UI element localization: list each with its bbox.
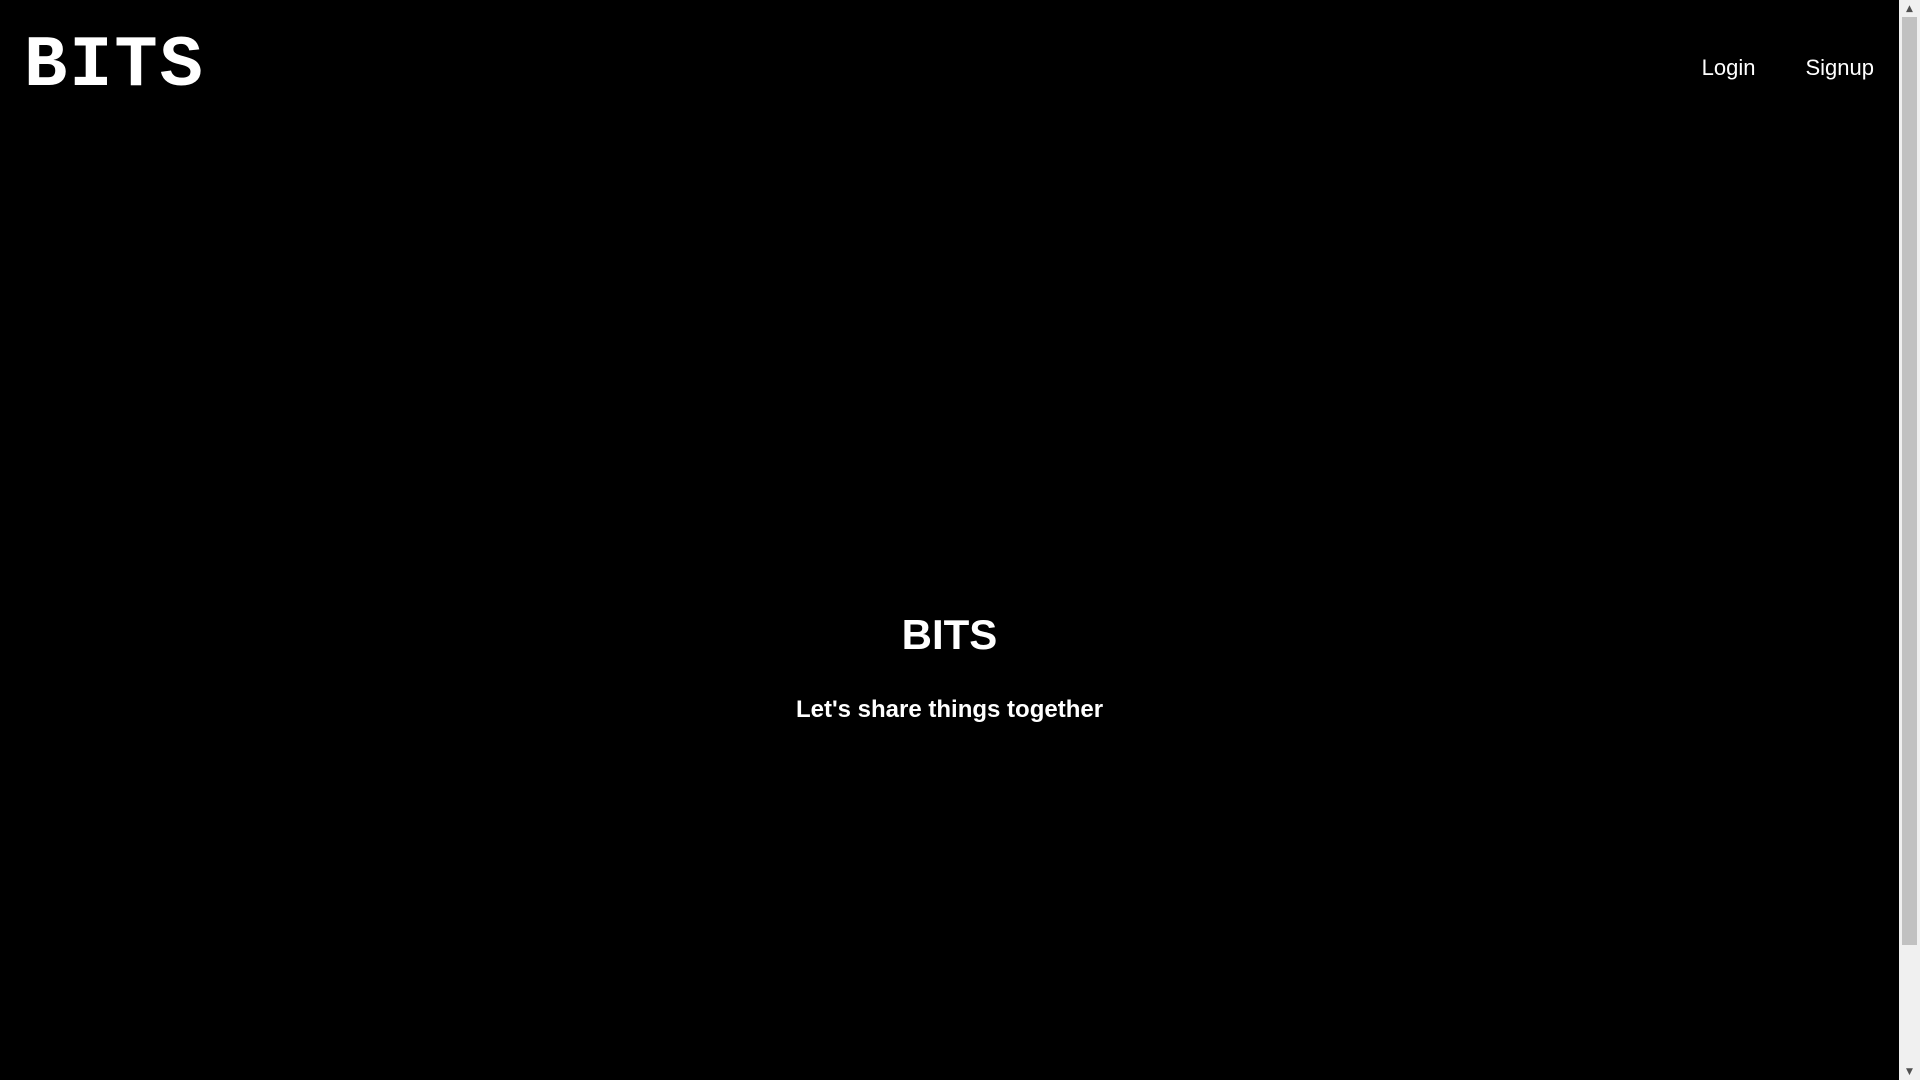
- login-link[interactable]: Login: [1702, 52, 1756, 84]
- top-navigation-bar: BITS Login Signup: [0, 0, 1899, 130]
- hero-tagline: Let's share things together: [795, 696, 1104, 723]
- site-logo[interactable]: BITS: [24, 24, 205, 108]
- auth-nav: Login Signup: [1702, 52, 1874, 84]
- scroll-down-arrow-icon[interactable]: ▼: [1899, 1063, 1920, 1080]
- hero-title: BITS: [901, 611, 998, 658]
- vertical-scrollbar[interactable]: ▲ ▼: [1899, 0, 1920, 1080]
- hero-section: BITS Let's share things together: [0, 605, 1899, 727]
- scrollbar-thumb[interactable]: [1902, 17, 1917, 945]
- page: BITS Login Signup BITS Let's share thing…: [0, 0, 1899, 1080]
- signup-link[interactable]: Signup: [1805, 52, 1874, 84]
- scroll-up-arrow-icon[interactable]: ▲: [1899, 0, 1920, 17]
